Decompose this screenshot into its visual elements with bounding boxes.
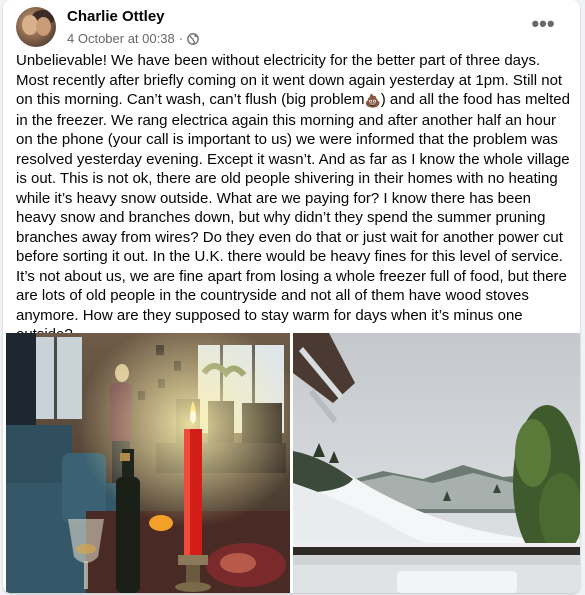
post-meta: 4 October at 00:38 · (67, 31, 199, 46)
candlelit-living-room-photo[interactable] (6, 333, 290, 593)
author-name[interactable]: Charlie Ottley (67, 8, 165, 25)
globe-icon[interactable] (187, 32, 199, 45)
avatar[interactable] (16, 7, 56, 47)
post-timestamp[interactable]: 4 October at 00:38 (67, 31, 175, 46)
post-text-part2: ) and all the food has melted in the fre… (16, 91, 570, 343)
post-header: Charlie Ottley 4 October at 00:38 · ••• (3, 0, 580, 50)
post-body-text: Unbelievable! We have been without elect… (16, 51, 571, 345)
meta-separator: · (178, 31, 184, 46)
snowy-mountain-view-photo[interactable] (293, 333, 580, 593)
post-card: Charlie Ottley 4 October at 00:38 · ••• … (3, 0, 580, 593)
poop-emoji-icon: 💩 (364, 93, 381, 108)
more-options-button[interactable]: ••• (525, 10, 561, 38)
photo-grid (3, 333, 580, 593)
